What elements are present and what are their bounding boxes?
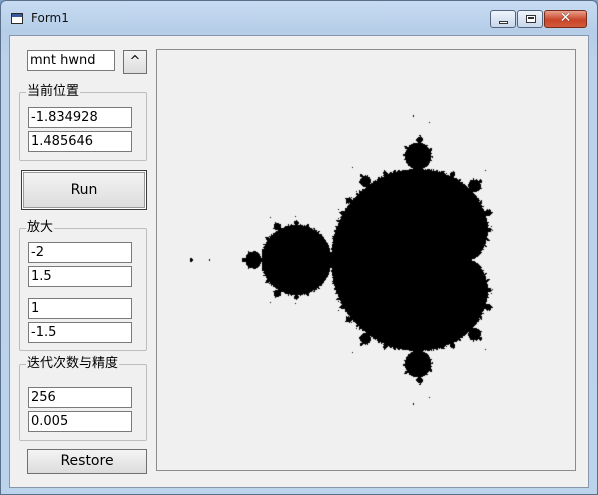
position-group: 当前位置 -1.834928 1.485646	[19, 84, 147, 161]
maximize-button[interactable]	[517, 10, 543, 28]
close-button[interactable]: ✕	[544, 10, 587, 28]
position-x-input[interactable]: -1.834928	[28, 107, 132, 128]
zoom-x2-input[interactable]: 1	[28, 298, 132, 319]
fractal-canvas[interactable]	[156, 49, 576, 471]
iteration-group: 迭代次数与精度 256 0.005	[19, 356, 147, 441]
maximize-icon	[526, 15, 536, 23]
form-client-area: mnt hwnd ^ 当前位置 -1.834928 1.485646 Run 放…	[9, 35, 589, 488]
hwnd-input[interactable]: mnt hwnd	[27, 50, 115, 71]
title-bar[interactable]: Form1 ✕	[1, 1, 597, 35]
position-group-label: 当前位置	[26, 84, 81, 100]
minimize-button[interactable]	[490, 10, 516, 28]
window-title: Form1	[31, 11, 69, 25]
restore-button[interactable]: Restore	[27, 449, 147, 474]
close-icon: ✕	[559, 10, 572, 26]
app-window: Form1 ✕ mnt hwnd ^ 当前位置 -1.834928 1.4856…	[0, 0, 598, 495]
zoom-y1-input[interactable]: 1.5	[28, 266, 132, 287]
minimize-icon	[499, 21, 508, 24]
zoom-group-label: 放大	[26, 220, 55, 236]
precision-input[interactable]: 0.005	[28, 411, 132, 432]
iteration-group-label: 迭代次数与精度	[26, 356, 120, 372]
mandelbrot-image	[157, 50, 575, 470]
zoom-y2-input[interactable]: -1.5	[28, 322, 132, 343]
zoom-group: 放大 -2 1.5 1 -1.5	[19, 220, 147, 351]
caption-buttons: ✕	[489, 10, 587, 29]
position-y-input[interactable]: 1.485646	[28, 131, 132, 152]
caret-button[interactable]: ^	[123, 50, 147, 74]
zoom-x1-input[interactable]: -2	[28, 242, 132, 263]
iterations-input[interactable]: 256	[28, 387, 132, 408]
form-icon	[11, 13, 23, 24]
run-button[interactable]: Run	[21, 170, 147, 210]
